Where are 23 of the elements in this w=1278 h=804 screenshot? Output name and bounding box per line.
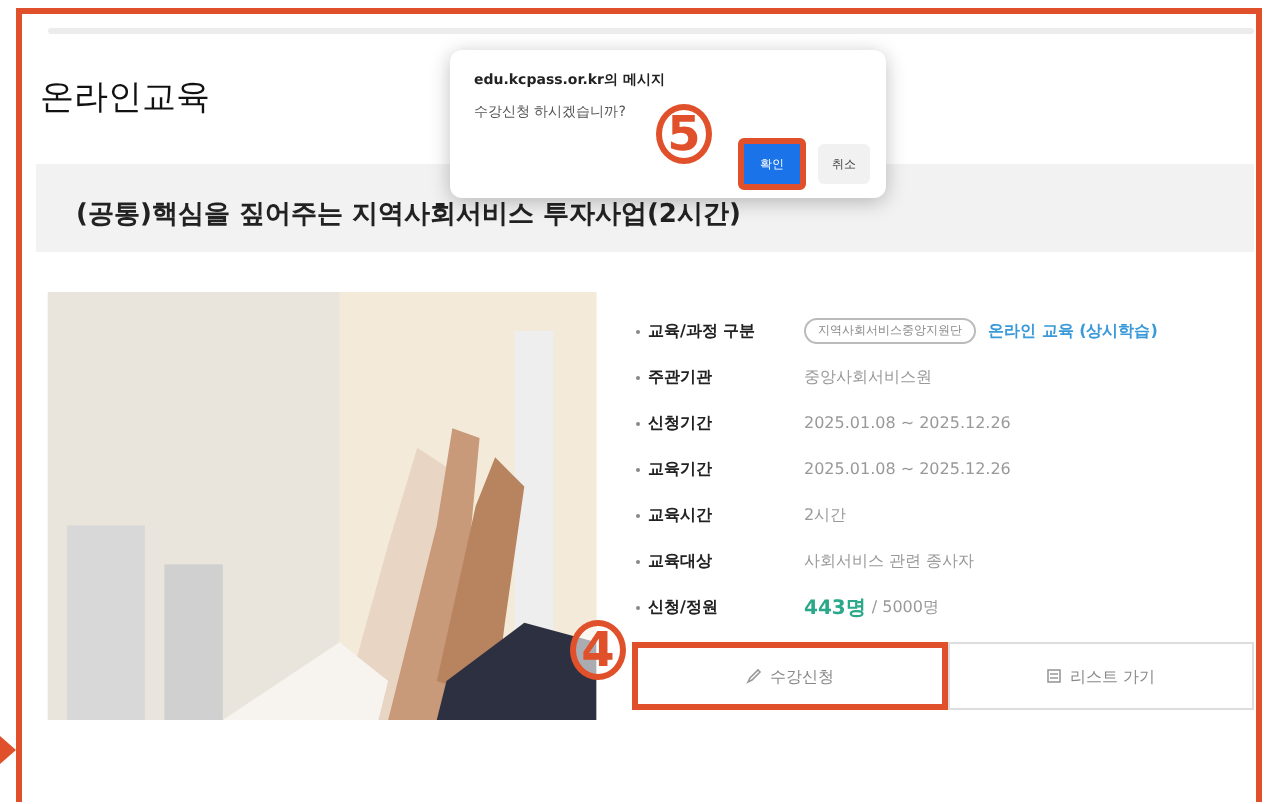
detail-label: 교육시간 [648,504,714,526]
detail-value: 온라인 교육 (상시학습) [988,320,1158,342]
detail-label: 교육기간 [648,458,714,480]
apply-button[interactable]: 수강신청 [632,642,947,710]
applicant-count: 443명 [804,595,866,621]
capacity-value: / 5000명 [871,596,939,618]
detail-value: 2시간 [804,504,847,526]
list-icon [1045,668,1062,684]
page-title: 온라인교육 [40,76,210,120]
detail-label: 주관기관 [648,366,714,388]
course-title: (공통)핵심을 짚어주는 지역사회서비스 투자사업(2시간) [76,198,741,232]
detail-label: 교육/과정 구분 [648,320,758,342]
detail-value: 2025.01.08 ~ 2025.12.26 [804,414,1011,432]
list-button[interactable]: 리스트 가기 [947,642,1254,710]
detail-label: 신청/정원 [648,596,720,618]
step-number-badge: 4 [570,620,626,680]
detail-value: 사회서비스 관련 종사자 [804,550,975,572]
step-number-badge: 5 [656,104,712,164]
detail-label: 교육대상 [648,550,714,572]
detail-value: 2025.01.08 ~ 2025.12.26 [804,460,1011,478]
detail-label: 신청기간 [648,412,714,434]
pencil-icon [745,668,762,684]
detail-value: 중앙사회서비스원 [804,366,932,388]
